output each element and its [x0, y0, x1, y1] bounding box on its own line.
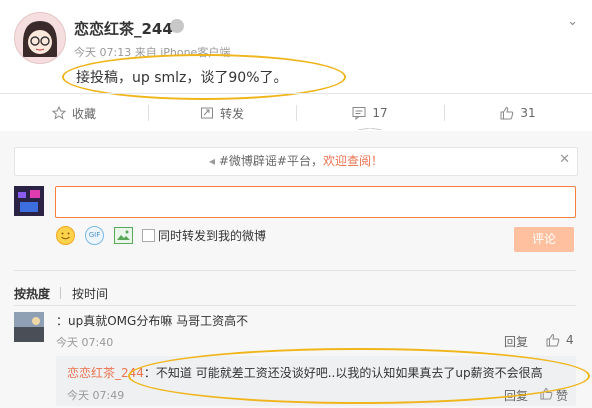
divider: [14, 270, 576, 271]
like-count: 31: [520, 106, 536, 120]
comment-icon: [352, 107, 366, 120]
gif-icon[interactable]: GIF: [85, 226, 104, 245]
submit-comment-button[interactable]: 评论: [514, 227, 574, 252]
close-icon[interactable]: ✕: [559, 152, 570, 167]
post-author-name[interactable]: 恋恋红茶_244: [74, 18, 173, 39]
comment-time: 今天 07:40: [56, 336, 114, 349]
emoji-icon[interactable]: [56, 226, 75, 245]
comment-body: ：up真就OMG分布嘛 马哥工资高不: [56, 314, 249, 328]
favorite-button[interactable]: 收藏: [0, 94, 148, 132]
comment-button[interactable]: 17: [296, 94, 444, 132]
comment-reply-button[interactable]: 回复: [504, 333, 528, 350]
forward-checkbox[interactable]: [142, 229, 155, 242]
comment-count: 17: [372, 106, 388, 120]
favorite-label: 收藏: [71, 106, 96, 121]
comment-input[interactable]: [55, 186, 576, 218]
annotation-ellipse-reply: [128, 348, 590, 404]
action-bar: 收藏 转发 17 31: [0, 93, 592, 133]
my-avatar[interactable]: [14, 186, 44, 216]
rumor-notice-banner[interactable]: ◂ #微博辟谣#平台，欢迎查阅！: [14, 147, 578, 176]
chevron-down-icon[interactable]: ⌄: [567, 14, 578, 29]
active-tab-indicator: [357, 128, 383, 130]
divider: [14, 305, 576, 306]
divider: [60, 287, 61, 299]
forward-icon: [200, 107, 213, 119]
forward-label: 转发: [219, 106, 244, 121]
notice-highlight[interactable]: 欢迎查阅！: [323, 154, 383, 168]
comment-like-count: 4: [566, 333, 574, 347]
forward-checkbox-label[interactable]: 同时转发到我的微博: [158, 227, 266, 244]
reply-time: 今天 07:49: [67, 389, 125, 402]
image-icon[interactable]: [114, 227, 133, 244]
like-button[interactable]: 31: [444, 94, 592, 132]
megaphone-icon: ◂: [209, 154, 219, 168]
commenter-avatar[interactable]: [14, 312, 44, 342]
thumbs-up-icon: [500, 106, 514, 120]
author-avatar[interactable]: [14, 12, 66, 64]
forward-button[interactable]: 转发: [148, 94, 296, 132]
tab-sort-time[interactable]: 按时间: [72, 285, 108, 302]
notice-hashtag: #微博辟谣#平台，: [218, 154, 323, 168]
star-icon: [51, 106, 66, 120]
thumbs-up-icon[interactable]: [546, 333, 560, 347]
tab-sort-hot[interactable]: 按热度: [14, 285, 50, 302]
comment-text: ：up真就OMG分布嘛 马哥工资高不: [56, 312, 248, 329]
badge-icon: [170, 19, 184, 33]
